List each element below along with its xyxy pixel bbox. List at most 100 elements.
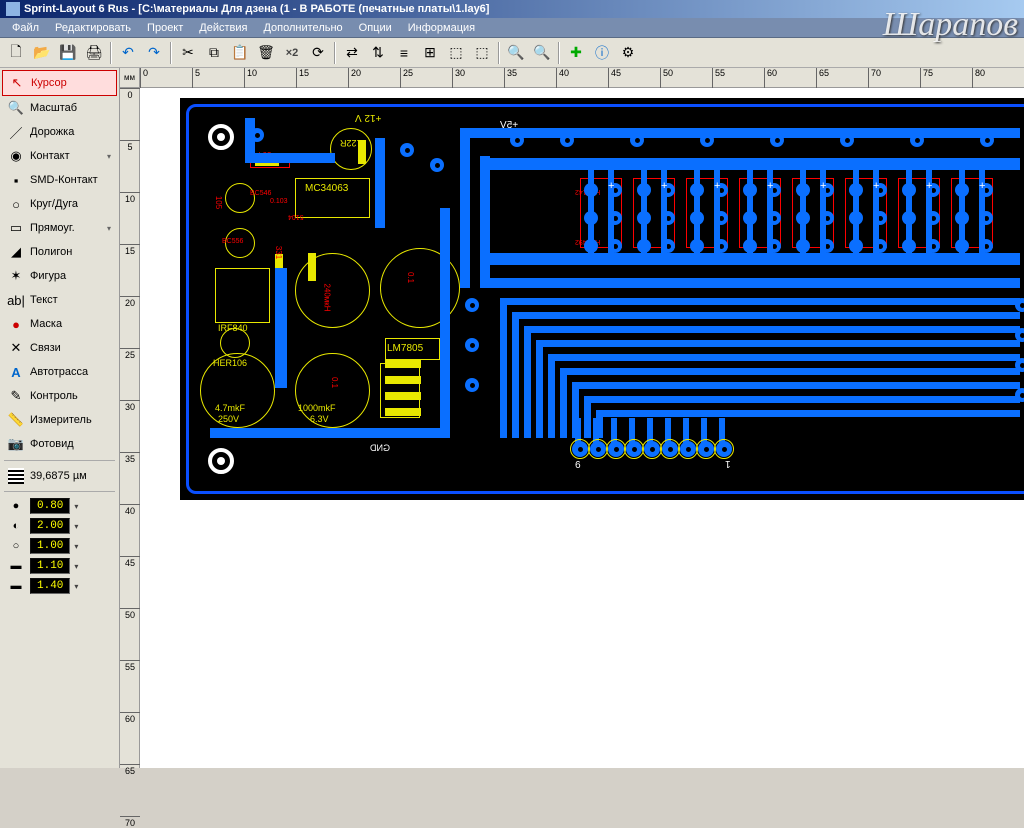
silk-ring [642,439,662,459]
open-icon[interactable]: 📂 [30,41,54,65]
silk-label: 250V [218,414,239,424]
param-row[interactable]: ▬1.10▾ [2,556,117,576]
trace [694,158,700,258]
menu-edit[interactable]: Редактировать [47,20,139,36]
ruler-tick: 55 [712,68,725,88]
param-row[interactable]: ◐2.00▾ [2,516,117,536]
new-icon[interactable]: 🗋 [4,41,28,65]
smd-pad [385,408,421,416]
rotate-icon[interactable]: ⟳ [306,41,330,65]
align-icon[interactable]: ≡ [392,41,416,65]
tool-label: Круг/Дуга [30,198,78,210]
trace [572,382,1020,389]
silk-label: LM7805 [387,343,423,354]
tool-круг/дуга[interactable]: ○Круг/Дуга [2,192,117,216]
tool-маска[interactable]: ●Маска [2,312,117,336]
polarity-mark: + [714,180,720,192]
print-icon[interactable]: 🖨 [82,41,106,65]
mirror-h-icon[interactable]: ⇄ [340,41,364,65]
ruler-tick: 5 [120,140,140,152]
silk-label: 1 [725,458,731,469]
drc-icon[interactable]: ⚙ [616,41,640,65]
silk-inductor [295,253,370,328]
save-icon[interactable]: 💾 [56,41,80,65]
menu-project[interactable]: Проект [139,20,191,36]
zoomarea-icon[interactable]: 🔍 [530,41,554,65]
menu-options[interactable]: Опции [351,20,400,36]
grid-icon [8,468,24,484]
ruler-vertical: 0510152025303540455055606570 [120,88,140,768]
main-toolbar: 🗋 📂 💾 🖨 ↶ ↷ ✂ ⧉ 📋 🗑 ×2 ⟳ ⇄ ⇅ ≡ ⊞ ⬚ ⬚ 🔍 🔍… [0,38,1024,68]
canvas[interactable]: мм 05101520253035404550556065707580 0510… [120,68,1024,768]
delete-icon[interactable]: 🗑 [254,41,278,65]
silk-value: 240мкН [323,283,332,311]
tool-автотрасса[interactable]: AАвтотрасса [2,360,117,384]
ruler-tick: 45 [608,68,621,88]
snap-icon[interactable]: ⊞ [418,41,442,65]
trace [500,298,507,438]
ruler-tick: 70 [120,816,140,828]
smd-pad [385,392,421,400]
menu-actions[interactable]: Действия [191,20,255,36]
tool-измеритель[interactable]: 📏Измеритель [2,408,117,432]
ruler-tick: 20 [348,68,361,88]
zoom-x2-button[interactable]: ×2 [280,41,304,65]
via [465,298,479,312]
menu-info[interactable]: Информация [400,20,483,36]
param-row[interactable]: ▬1.40▾ [2,576,117,596]
menu-file[interactable]: Файл [4,20,47,36]
silk-value: BC546 [250,190,271,197]
paste-icon[interactable]: 📋 [228,41,252,65]
board-area[interactable]: +12 V +5V 0.22R MC34063 IRF840 HER106 LM… [140,88,1024,768]
tool-фигура[interactable]: ✶Фигура [2,264,117,288]
pcb-board[interactable]: +12 V +5V 0.22R MC34063 IRF840 HER106 LM… [180,98,1024,500]
ruler-tick: 10 [120,192,140,204]
tool-связи[interactable]: ✕Связи [2,336,117,360]
tool-label: Фотовид [30,438,74,450]
undo-icon[interactable]: ↶ [116,41,140,65]
cut-icon[interactable]: ✂ [176,41,200,65]
crosshair-icon[interactable]: ✚ [564,41,588,65]
tool-icon: 📏 [8,412,24,428]
redo-icon[interactable]: ↷ [142,41,166,65]
tool-контроль[interactable]: ✎Контроль [2,384,117,408]
ruler-tick: 80 [972,68,985,88]
trace [767,158,773,258]
silk-value: 0.1 [406,272,415,283]
info-icon[interactable]: ⓘ [590,41,614,65]
group-icon[interactable]: ⬚ [444,41,468,65]
param-row[interactable]: ●0.80▾ [2,496,117,516]
trace [800,158,806,258]
tool-прямоуг.[interactable]: ▭Прямоуг.▾ [2,216,117,240]
tool-smd-контакт[interactable]: ▪ SMD-Контакт [2,168,117,192]
grid-setting[interactable]: 39,6875 µм [2,465,117,487]
ruler-tick: 10 [244,68,257,88]
tool-фотовид[interactable]: 📷 Фотовид [2,432,117,456]
ungroup-icon[interactable]: ⬚ [470,41,494,65]
tool-icon: 📷 [8,436,24,452]
tool-дорожка[interactable]: ／Дорожка [2,120,117,144]
ruler-tick: 20 [120,296,140,308]
tool-контакт[interactable]: ◉Контакт▾ [2,144,117,168]
tool-icon: ▪ [8,172,24,188]
menu-extra[interactable]: Дополнительно [255,20,350,36]
tool-label: Автотрасса [30,366,88,378]
mirror-v-icon[interactable]: ⇅ [366,41,390,65]
via [400,143,414,157]
tool-текст[interactable]: ab|Текст [2,288,117,312]
tool-курсор[interactable]: ↖Курсор [2,70,117,96]
trace [979,158,985,258]
silk-label: 1000mkF [298,403,336,413]
param-icon: ○ [6,539,26,553]
trace [820,158,826,258]
copy-icon[interactable]: ⧉ [202,41,226,65]
window-title: Sprint-Layout 6 Rus - [C:\материалы Для … [24,3,489,15]
chevron-down-icon: ▾ [74,562,78,571]
tool-масштаб[interactable]: 🔍Масштаб [2,96,117,120]
tool-icon: ▭ [8,220,24,236]
param-row[interactable]: ○1.00▾ [2,536,117,556]
trace [873,158,879,258]
zoomfit-icon[interactable]: 🔍 [504,41,528,65]
tool-полигон[interactable]: ◢Полигон [2,240,117,264]
tool-label: SMD-Контакт [30,174,98,186]
